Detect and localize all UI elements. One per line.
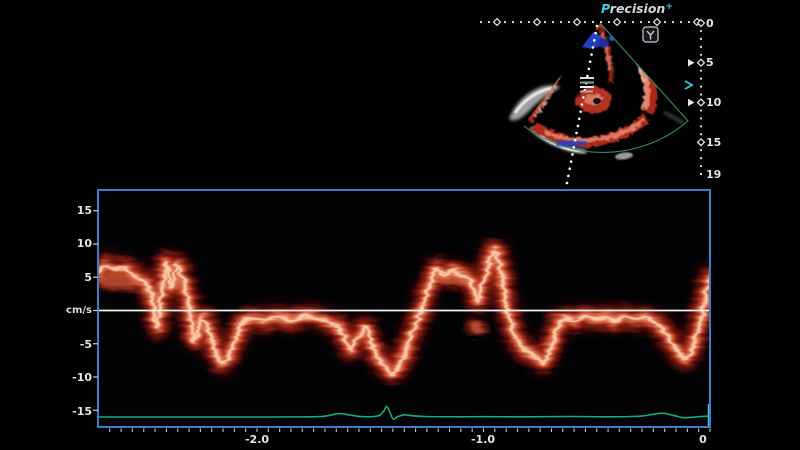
- marker-triangle-icon: [688, 59, 695, 66]
- spectral-plot-area[interactable]: [92, 190, 712, 432]
- probe-orientation-icon: [643, 27, 658, 42]
- precision-plus: +: [665, 2, 673, 12]
- time-label-2s: -2.0: [237, 433, 277, 446]
- graphics-layer: [0, 0, 800, 450]
- time-label-0s: 0: [688, 433, 718, 446]
- precision-mode-label: Precision+: [601, 1, 673, 16]
- precision-body: recision: [610, 1, 666, 16]
- depth-markers: [685, 59, 695, 106]
- depth-label-5: 5: [706, 56, 728, 69]
- ultrasound-screen: Precision+ 15 10 5 cm/s -5 -10 -15 -2.0 …: [0, 0, 800, 450]
- precision-p: P: [601, 1, 610, 16]
- depth-label-19: 19: [706, 168, 728, 181]
- velocity-label-5: 5: [52, 271, 92, 284]
- velocity-label-10: 10: [52, 237, 92, 250]
- time-label-1s: -1.0: [463, 433, 503, 446]
- depth-label-10: 10: [706, 96, 728, 109]
- velocity-unit-label: cm/s: [52, 304, 92, 317]
- velocity-label-neg10: -10: [52, 371, 92, 384]
- depth-label-0: 0: [706, 17, 728, 30]
- velocity-label-neg5: -5: [52, 338, 92, 351]
- lateral-ruler: [480, 19, 701, 26]
- time-axis-ticks: [110, 429, 710, 433]
- velocity-label-neg15: -15: [52, 405, 92, 418]
- bmode-image-area[interactable]: [480, 19, 705, 185]
- depth-label-15: 15: [706, 136, 728, 149]
- depth-ruler: [698, 20, 705, 175]
- focus-chevron-icon[interactable]: [685, 81, 692, 89]
- velocity-label-15: 15: [52, 204, 92, 217]
- marker-triangle-icon: [688, 99, 695, 106]
